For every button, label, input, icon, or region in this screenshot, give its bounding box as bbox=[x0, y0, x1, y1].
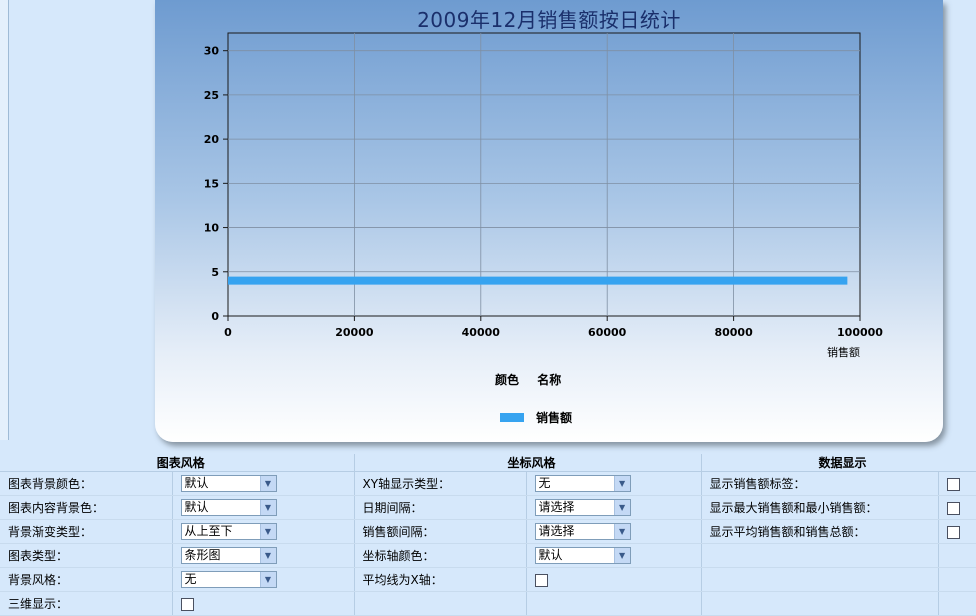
settings-table: 图表风格 坐标风格 数据显示 图表背景颜色： 默认 ▼ XY轴显示类型： 无 ▼ 显… bbox=[0, 454, 976, 616]
chevron-down-icon: ▼ bbox=[259, 476, 276, 491]
sales-interval-label: 销售额间隔： bbox=[354, 519, 527, 544]
legend-heading: 颜色 名称 bbox=[495, 371, 575, 388]
settings-row: 三维显示： bbox=[0, 591, 976, 616]
x-tick-label: 80000 bbox=[714, 326, 753, 339]
left-scroll-strip bbox=[0, 0, 9, 440]
show-max-min-label: 显示最大销售额和最小销售额： bbox=[701, 495, 939, 520]
y-tick-label: 5 bbox=[211, 266, 219, 279]
background-style-select[interactable]: 无 ▼ bbox=[180, 571, 277, 588]
chart-bg-color-label: 图表背景颜色： bbox=[0, 471, 173, 496]
three-d-display-checkbox[interactable] bbox=[180, 597, 194, 611]
show-avg-total-checkbox[interactable] bbox=[946, 525, 960, 539]
x-tick-label: 0 bbox=[224, 326, 232, 339]
settings-row: 背景风格： 无 ▼ 平均线为X轴： bbox=[0, 567, 976, 592]
show-avg-total-label: 显示平均销售额和销售总额： bbox=[701, 519, 939, 544]
chevron-down-icon: ▼ bbox=[613, 476, 630, 491]
y-tick-label: 25 bbox=[204, 89, 219, 102]
y-tick-label: 10 bbox=[204, 222, 220, 235]
chart-bg-color-select[interactable]: 默认 ▼ bbox=[180, 475, 277, 492]
x-tick-label: 40000 bbox=[462, 326, 501, 339]
chevron-down-icon: ▼ bbox=[259, 548, 276, 563]
y-tick-label: 20 bbox=[204, 133, 220, 146]
chevron-down-icon: ▼ bbox=[259, 500, 276, 515]
legend-swatch bbox=[500, 413, 524, 422]
select-value: 从上至下 bbox=[184, 524, 233, 538]
show-sales-label-label: 显示销售额标签： bbox=[701, 471, 939, 496]
legend-heading-color: 颜色 bbox=[495, 373, 520, 387]
x-axis-label: 销售额 bbox=[827, 345, 860, 359]
settings-header-row: 图表风格 坐标风格 数据显示 bbox=[0, 454, 976, 472]
select-value: 默认 bbox=[184, 500, 209, 514]
chevron-down-icon: ▼ bbox=[613, 500, 630, 515]
chevron-down-icon: ▼ bbox=[613, 524, 630, 539]
section-data-display: 数据显示 bbox=[701, 454, 976, 472]
settings-row: 图表类型： 条形图 ▼ 坐标轴颜色： 默认 ▼ bbox=[0, 543, 976, 568]
chevron-down-icon: ▼ bbox=[259, 524, 276, 539]
settings-row: 背景渐变类型： 从上至下 ▼ 销售额间隔： 请选择 ▼ 显示平均销售额和销售总额： bbox=[0, 519, 976, 544]
chevron-down-icon: ▼ bbox=[259, 572, 276, 587]
sales-interval-select[interactable]: 请选择 ▼ bbox=[534, 523, 631, 540]
date-interval-select[interactable]: 请选择 ▼ bbox=[534, 499, 631, 516]
axis-color-label: 坐标轴颜色： bbox=[354, 543, 527, 568]
select-value: 条形图 bbox=[184, 548, 221, 562]
legend-item-sales: 销售额 bbox=[500, 409, 572, 426]
y-tick-label: 0 bbox=[211, 310, 219, 323]
avg-line-x-axis-label: 平均线为X轴： bbox=[354, 567, 527, 592]
chart-panel: 2009年12月销售额按日统计 0 20000 40000 60000 80000 100… bbox=[155, 0, 943, 442]
chevron-down-icon: ▼ bbox=[613, 548, 630, 563]
chart-type-label: 图表类型： bbox=[0, 543, 173, 568]
avg-line-x-axis-checkbox[interactable] bbox=[534, 573, 548, 587]
chart-type-select[interactable]: 条形图 ▼ bbox=[180, 547, 277, 564]
gradient-type-select[interactable]: 从上至下 ▼ bbox=[180, 523, 277, 540]
x-tick-label: 60000 bbox=[588, 326, 627, 339]
select-value: 默认 bbox=[184, 476, 209, 490]
section-axis-style: 坐标风格 bbox=[354, 454, 702, 472]
axis-color-select[interactable]: 默认 ▼ bbox=[534, 547, 631, 564]
select-value: 无 bbox=[184, 572, 197, 586]
date-interval-label: 日期间隔： bbox=[354, 495, 527, 520]
settings-row: 图表内容背景色： 默认 ▼ 日期间隔： 请选择 ▼ 显示最大销售额和最小销售额： bbox=[0, 495, 976, 520]
y-tick-label: 15 bbox=[204, 177, 219, 190]
chart-content-bg-select[interactable]: 默认 ▼ bbox=[180, 499, 277, 516]
three-d-display-label: 三维显示： bbox=[0, 591, 173, 616]
select-value: 请选择 bbox=[538, 524, 575, 538]
legend-heading-name: 名称 bbox=[537, 373, 562, 387]
xy-axis-type-label: XY轴显示类型： bbox=[354, 471, 527, 496]
settings-row: 图表背景颜色： 默认 ▼ XY轴显示类型： 无 ▼ 显示销售额标签： bbox=[0, 471, 976, 496]
background-style-label: 背景风格： bbox=[0, 567, 173, 592]
show-sales-label-checkbox[interactable] bbox=[946, 477, 960, 491]
select-value: 默认 bbox=[538, 548, 563, 562]
show-max-min-checkbox[interactable] bbox=[946, 501, 960, 515]
x-tick-label: 20000 bbox=[335, 326, 374, 339]
section-chart-style: 图表风格 bbox=[0, 454, 355, 472]
legend-label: 销售额 bbox=[536, 411, 573, 425]
chart-content-bg-label: 图表内容背景色： bbox=[0, 495, 173, 520]
select-value: 无 bbox=[538, 476, 551, 490]
select-value: 请选择 bbox=[538, 500, 575, 514]
xy-axis-type-select[interactable]: 无 ▼ bbox=[534, 475, 631, 492]
bar bbox=[228, 276, 848, 285]
y-tick-label: 30 bbox=[204, 45, 220, 58]
x-tick-label: 100000 bbox=[837, 326, 883, 339]
plot-area bbox=[227, 32, 861, 317]
gradient-type-label: 背景渐变类型： bbox=[0, 519, 173, 544]
